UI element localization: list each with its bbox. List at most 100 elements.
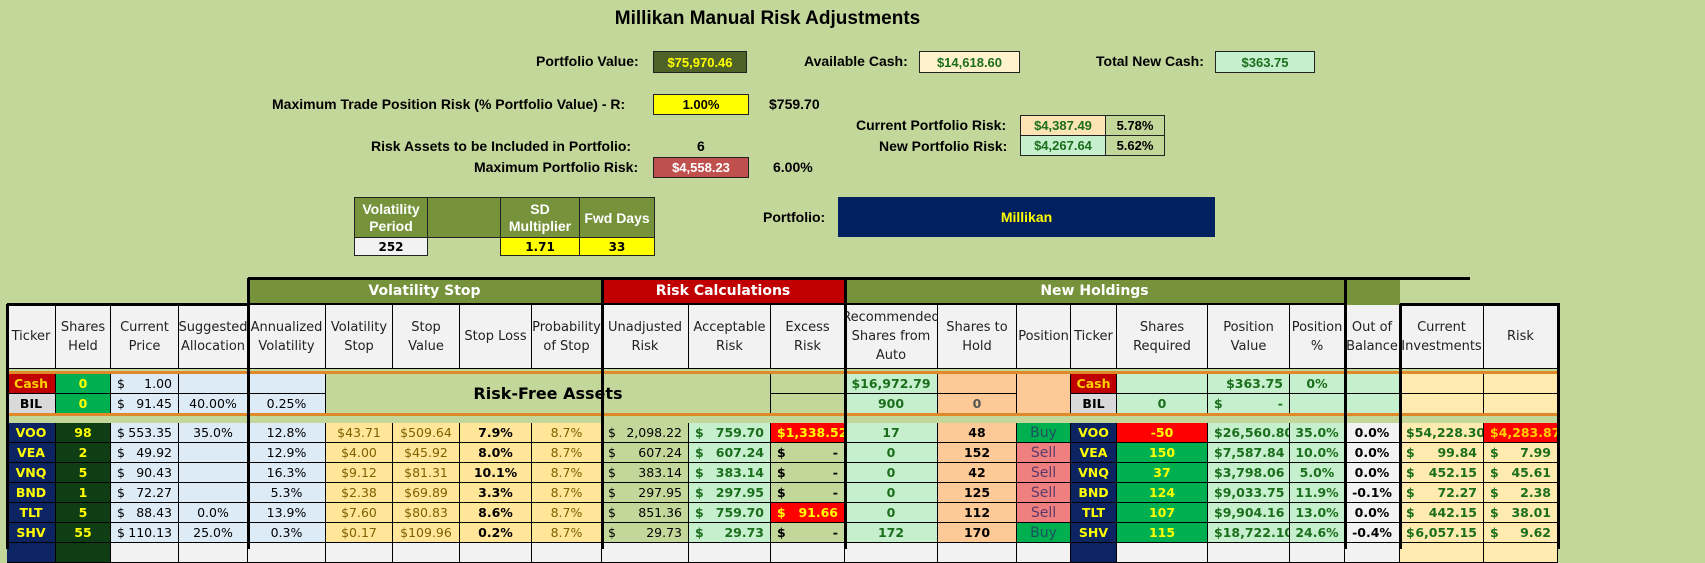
- shares-held-cell[interactable]: 0: [56, 374, 111, 394]
- excess-risk-cell[interactable]: $ -: [771, 483, 845, 503]
- current-investments-cell[interactable]: $54,228.30: [1400, 423, 1484, 443]
- unadjusted-risk-cell[interactable]: $851.36: [602, 503, 689, 523]
- stop-loss-cell[interactable]: 10.1%: [460, 463, 532, 483]
- ticker-cell[interactable]: VOO: [1071, 423, 1117, 443]
- current-investments-cell[interactable]: [1400, 374, 1484, 394]
- column-header-suggested-allocation[interactable]: Suggested Allocation: [179, 305, 248, 369]
- shares-held-cell[interactable]: 2: [56, 443, 111, 463]
- position-action-button[interactable]: Buy: [1017, 423, 1071, 443]
- fwd-days-value[interactable]: 33: [579, 237, 655, 256]
- column-header-acceptable-risk[interactable]: Acceptable Risk: [689, 305, 771, 369]
- shares-to-hold-cell[interactable]: 0: [938, 394, 1017, 414]
- column-header-probability-of-stop[interactable]: Probability of Stop: [532, 305, 602, 369]
- excess-risk-cell[interactable]: $ -: [771, 443, 845, 463]
- available-cash-cell[interactable]: $14,618.60: [919, 51, 1020, 73]
- shares-required-cell[interactable]: 37: [1117, 463, 1208, 483]
- recommended-shares-cell[interactable]: 172: [845, 523, 938, 543]
- acceptable-risk-cell[interactable]: $29.73: [689, 523, 771, 543]
- portfolio-selector[interactable]: Millikan: [838, 197, 1215, 237]
- ticker-cell[interactable]: VEA: [1071, 443, 1117, 463]
- stop-value-cell[interactable]: $45.92: [393, 443, 460, 463]
- risk-cell[interactable]: [1484, 374, 1558, 394]
- acceptable-risk-cell[interactable]: $607.24: [689, 443, 771, 463]
- sd-multiplier-value[interactable]: 1.71: [500, 237, 580, 256]
- position-pct-cell[interactable]: 11.9%: [1290, 483, 1345, 503]
- excess-risk-cell[interactable]: $ -: [771, 523, 845, 543]
- column-header-position[interactable]: Position: [1017, 305, 1071, 369]
- position-value-cell[interactable]: $3,798.06: [1208, 463, 1290, 483]
- out-of-balance-cell[interactable]: [1345, 394, 1400, 414]
- position-pct-cell[interactable]: 24.6%: [1290, 523, 1345, 543]
- ticker-cell[interactable]: Cash: [7, 374, 56, 394]
- shares-held-cell[interactable]: 1: [56, 483, 111, 503]
- position-pct-cell[interactable]: [1290, 394, 1345, 414]
- max-portfolio-risk-cell[interactable]: $4,558.23: [653, 157, 749, 178]
- shares-to-hold-cell[interactable]: 112: [938, 503, 1017, 523]
- position-value-cell[interactable]: $7,587.84: [1208, 443, 1290, 463]
- annualized-volatility-cell[interactable]: 0.25%: [248, 394, 326, 414]
- position-action-button[interactable]: Sell: [1017, 443, 1071, 463]
- position-action-button[interactable]: Sell: [1017, 463, 1071, 483]
- shares-required-cell[interactable]: 150: [1117, 443, 1208, 463]
- position-action-button[interactable]: Buy: [1017, 523, 1071, 543]
- suggested-allocation-cell[interactable]: [179, 463, 248, 483]
- unadjusted-risk-cell[interactable]: $297.95: [602, 483, 689, 503]
- volatility-stop-cell[interactable]: $43.71: [326, 423, 393, 443]
- shares-to-hold-cell[interactable]: 42: [938, 463, 1017, 483]
- volatility-stop-cell[interactable]: $9.12: [326, 463, 393, 483]
- portfolio-value-cell[interactable]: $75,970.46: [653, 51, 747, 73]
- shares-to-hold-cell[interactable]: 152: [938, 443, 1017, 463]
- risk-cell[interactable]: [1484, 394, 1558, 414]
- position-value-cell[interactable]: $26,560.80: [1208, 423, 1290, 443]
- annualized-volatility-cell[interactable]: 5.3%: [248, 483, 326, 503]
- shares-required-cell[interactable]: 107: [1117, 503, 1208, 523]
- current-price-cell[interactable]: $110.13: [111, 523, 179, 543]
- probability-of-stop-cell[interactable]: 8.7%: [532, 483, 602, 503]
- suggested-allocation-cell[interactable]: 35.0%: [179, 423, 248, 443]
- probability-of-stop-cell[interactable]: 8.7%: [532, 443, 602, 463]
- recommended-shares-cell[interactable]: 0: [845, 503, 938, 523]
- recommended-shares-cell[interactable]: 0: [845, 463, 938, 483]
- column-header-excess-risk[interactable]: Excess Risk: [771, 305, 845, 369]
- shares-required-cell[interactable]: 0: [1117, 394, 1208, 414]
- recommended-shares-cell[interactable]: 0: [845, 483, 938, 503]
- shares-held-cell[interactable]: 5: [56, 503, 111, 523]
- position-pct-cell[interactable]: 13.0%: [1290, 503, 1345, 523]
- position-value-cell[interactable]: $18,722.10: [1208, 523, 1290, 543]
- shares-to-hold-cell[interactable]: 125: [938, 483, 1017, 503]
- acceptable-risk-cell[interactable]: $759.70: [689, 423, 771, 443]
- risk-cell[interactable]: $9.62: [1484, 523, 1558, 543]
- column-header-stop-value[interactable]: Stop Value: [393, 305, 460, 369]
- column-header-current-investments[interactable]: Current Investments: [1400, 305, 1484, 369]
- column-header-position-value[interactable]: Position Value: [1208, 305, 1290, 369]
- shares-held-cell[interactable]: 5: [56, 463, 111, 483]
- suggested-allocation-cell[interactable]: [179, 374, 248, 394]
- recommended-shares-cell[interactable]: $16,972.79: [845, 374, 938, 394]
- current-price-cell[interactable]: $91.45: [111, 394, 179, 414]
- suggested-allocation-cell[interactable]: 25.0%: [179, 523, 248, 543]
- probability-of-stop-cell[interactable]: 8.7%: [532, 523, 602, 543]
- column-header-stop-loss[interactable]: Stop Loss: [460, 305, 532, 369]
- position-pct-cell[interactable]: 10.0%: [1290, 443, 1345, 463]
- column-header-current-price[interactable]: Current Price: [111, 305, 179, 369]
- position-pct-cell[interactable]: 5.0%: [1290, 463, 1345, 483]
- current-investments-cell[interactable]: $442.15: [1400, 503, 1484, 523]
- column-header-recommended-shares-from-auto[interactable]: Recommended Shares from Auto: [845, 305, 938, 369]
- stop-loss-cell[interactable]: 8.0%: [460, 443, 532, 463]
- max-trade-risk-pct-cell[interactable]: 1.00%: [653, 94, 749, 115]
- annualized-volatility-cell[interactable]: 12.9%: [248, 443, 326, 463]
- suggested-allocation-cell[interactable]: [179, 483, 248, 503]
- position-value-cell[interactable]: $9,033.75: [1208, 483, 1290, 503]
- position-action-button[interactable]: Sell: [1017, 483, 1071, 503]
- current-investments-cell[interactable]: $99.84: [1400, 443, 1484, 463]
- out-of-balance-cell[interactable]: 0.0%: [1345, 463, 1400, 483]
- excess-risk-cell[interactable]: $1,338.52: [771, 423, 845, 443]
- ticker-cell[interactable]: VEA: [7, 443, 56, 463]
- current-price-cell[interactable]: $553.35: [111, 423, 179, 443]
- new-portfolio-risk-cell[interactable]: $4,267.64: [1020, 135, 1106, 156]
- recommended-shares-cell[interactable]: 17: [845, 423, 938, 443]
- ticker-cell[interactable]: SHV: [1071, 523, 1117, 543]
- current-price-cell[interactable]: $49.92: [111, 443, 179, 463]
- current-investments-cell[interactable]: $72.27: [1400, 483, 1484, 503]
- annualized-volatility-cell[interactable]: 0.3%: [248, 523, 326, 543]
